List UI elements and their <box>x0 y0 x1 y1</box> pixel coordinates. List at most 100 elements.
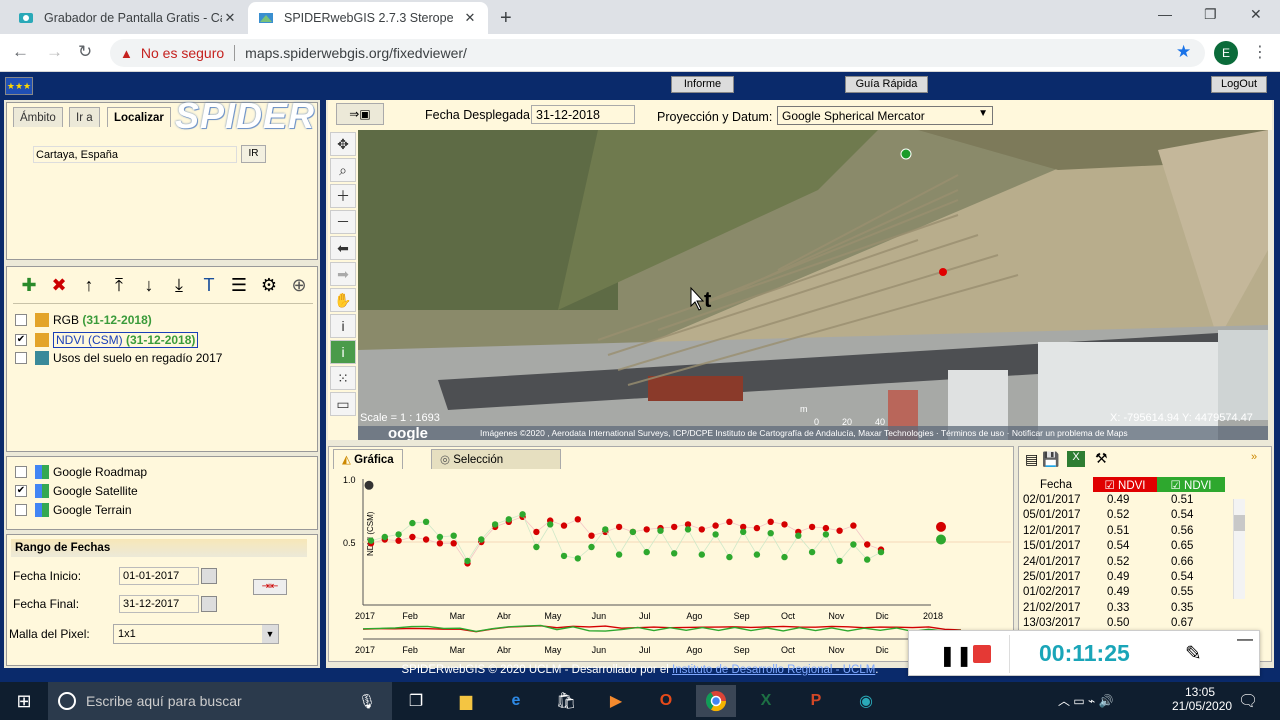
calendar-icon[interactable] <box>201 596 217 612</box>
apply-range-icon[interactable]: ⇥⇤ <box>253 579 287 595</box>
measure-icon[interactable]: ▭ <box>330 392 356 416</box>
pixel-select-icon[interactable]: ⁙ <box>330 366 356 390</box>
layer-checkbox[interactable]: ✔ <box>15 334 27 346</box>
edge-icon[interactable]: e <box>496 685 536 717</box>
tray-icons[interactable]: ︿ ▭ ⌁ 🔊 <box>1058 692 1114 709</box>
tab-grafica[interactable]: ◭ Gráfica <box>333 449 403 469</box>
tab-ir-a[interactable]: Ir a <box>69 107 100 127</box>
layer-rgb[interactable]: RGB (31-12-2018) <box>15 313 152 327</box>
start-date-field[interactable]: 01-01-2017 <box>119 567 199 585</box>
guia-rapida-button[interactable]: Guía Rápida <box>845 76 928 93</box>
windows-start-icon[interactable]: ⊞ <box>4 685 44 717</box>
forward-icon[interactable]: → <box>46 42 63 62</box>
base-layer-terrain[interactable]: Google Terrain <box>15 503 132 517</box>
layer-checkbox[interactable] <box>15 314 27 326</box>
projection-select[interactable]: Google Spherical Mercator ▼ <box>777 106 993 125</box>
layer-tools-icon[interactable]: ⚙ <box>257 273 281 297</box>
table-row[interactable]: 13/03/2017 0.50 0.67 <box>1019 616 1225 631</box>
base-layer-roadmap[interactable]: Google Roadmap <box>15 465 147 479</box>
table-row[interactable]: 12/01/2017 0.51 0.56 <box>1019 523 1225 538</box>
pen-icon[interactable]: ✎ <box>1185 641 1202 666</box>
browser-tab-spider[interactable]: SPIDERwebGIS 2.7.3 Sterope ✕ <box>248 2 488 34</box>
table-row[interactable]: 21/02/2017 0.33 0.35 <box>1019 600 1225 615</box>
date-displayed-field[interactable]: 31-12-2018 <box>531 105 635 124</box>
powerpoint-icon[interactable]: P <box>796 685 836 717</box>
excel-icon[interactable]: X <box>746 685 786 717</box>
table-row[interactable]: 25/01/2017 0.49 0.54 <box>1019 569 1225 584</box>
url-field[interactable]: ▲ No es seguro maps.spiderwebgis.org/fix… <box>110 39 1205 67</box>
remove-layer-icon[interactable]: ✖ <box>47 273 71 297</box>
zoom-in-icon[interactable]: ＋ <box>330 184 356 208</box>
header-ndvi-red[interactable]: ☑ NDVI <box>1093 477 1157 493</box>
media-player-icon[interactable]: ▶ <box>596 685 636 717</box>
previous-view-icon[interactable]: ⬅ <box>330 236 356 260</box>
calendar-icon[interactable] <box>201 568 217 584</box>
base-layer-checkbox[interactable] <box>15 466 27 478</box>
file-explorer-icon[interactable]: ▆ <box>446 685 486 717</box>
pixel-mesh-select[interactable]: 1x1 ▼ <box>113 624 279 644</box>
tab-seleccion[interactable]: ◎ Selección <box>431 449 561 469</box>
end-date-field[interactable]: 31-12-2017 <box>119 595 199 613</box>
layer-usos-suelo[interactable]: Usos del suelo en regadío 2017 <box>15 351 222 365</box>
legend-icon[interactable]: ☰ <box>227 273 251 297</box>
reload-icon[interactable]: ↻ <box>78 42 92 62</box>
transparency-icon[interactable]: T <box>197 273 221 297</box>
close-window-icon[interactable]: ✕ <box>1250 6 1262 23</box>
tab-ambito[interactable]: Ámbito <box>13 107 63 127</box>
settings-icon[interactable]: ⚒ <box>1095 450 1108 467</box>
move-top-icon[interactable]: ⤒ <box>107 273 131 297</box>
hand-icon[interactable]: ✋ <box>330 288 356 312</box>
table-row[interactable]: 24/01/2017 0.52 0.66 <box>1019 554 1225 569</box>
tab-localizar[interactable]: Localizar <box>107 107 171 127</box>
table-row[interactable]: 01/02/2017 0.49 0.55 <box>1019 585 1225 600</box>
move-up-icon[interactable]: ↑ <box>77 273 101 297</box>
browser-tab-recorder[interactable]: Grabador de Pantalla Gratis - Cap ✕ <box>8 2 248 34</box>
layer-checkbox[interactable] <box>15 352 27 364</box>
base-layer-checkbox[interactable] <box>15 504 27 516</box>
table-row[interactable]: 02/01/2017 0.49 0.51 <box>1019 492 1225 507</box>
notifications-icon[interactable]: 🗨 <box>1238 691 1258 711</box>
restore-icon[interactable]: ❐ <box>1204 6 1217 23</box>
chevron-down-icon[interactable]: ▼ <box>262 625 278 643</box>
header-ndvi-green[interactable]: ☑ NDVI <box>1157 477 1225 493</box>
back-icon[interactable]: ← <box>12 42 29 62</box>
location-input[interactable]: Cartaya, España <box>33 146 237 163</box>
export-map-icon[interactable]: ⇒▣ <box>336 103 384 125</box>
info-active-icon[interactable]: i <box>330 340 356 364</box>
informe-button[interactable]: Informe <box>671 76 734 93</box>
browser-menu-icon[interactable]: ⋮ <box>1252 42 1268 62</box>
taskbar-clock[interactable]: 13:05 21/05/2020 <box>1172 685 1232 713</box>
info-icon[interactable]: i <box>330 314 356 338</box>
chrome-icon[interactable] <box>696 685 736 717</box>
base-layer-satellite[interactable]: ✔ Google Satellite <box>15 484 138 498</box>
table-tools-icon[interactable]: ▤ 💾 <box>1025 451 1060 468</box>
minimize-recorder-icon[interactable]: — <box>1237 631 1253 649</box>
zoom-out-icon[interactable]: － <box>330 210 356 234</box>
google-earth-icon[interactable]: ⊕ <box>287 273 311 297</box>
base-layer-checkbox[interactable]: ✔ <box>15 485 27 497</box>
zoom-box-icon[interactable]: ⌕ <box>330 158 356 182</box>
map-view[interactable]: t Scale = 1 : 1693 X: -795614.94 Y: 4479… <box>358 130 1268 440</box>
table-row[interactable]: 15/01/2017 0.54 0.65 <box>1019 539 1225 554</box>
stop-icon[interactable] <box>973 645 991 663</box>
store-icon[interactable]: 🛍 <box>546 685 586 717</box>
taskbar-search[interactable]: Escribe aquí para buscar 🎙 <box>48 682 392 720</box>
bookmark-star-icon[interactable]: ★ <box>1176 42 1191 62</box>
table-row[interactable]: 05/01/2017 0.52 0.54 <box>1019 508 1225 523</box>
next-view-icon[interactable]: ➡ <box>330 262 356 286</box>
move-bottom-icon[interactable]: ⤓ <box>167 273 191 297</box>
close-tab-icon[interactable]: ✕ <box>462 10 478 26</box>
layer-ndvi[interactable]: ✔ NDVI (CSM) (31-12-2018) <box>15 332 199 348</box>
new-tab-button[interactable]: + <box>500 7 512 30</box>
office-icon[interactable]: O <box>646 685 686 717</box>
microphone-icon[interactable]: 🎙 <box>358 693 376 710</box>
pause-icon[interactable]: ❚❚ <box>939 643 973 668</box>
idr-link[interactable]: Instituto de Desarrollo Regional - UCLM <box>672 664 875 676</box>
move-down-icon[interactable]: ↓ <box>137 273 161 297</box>
collapse-icon[interactable]: » <box>1251 451 1257 463</box>
task-view-icon[interactable]: ❐ <box>396 685 436 717</box>
table-scrollbar[interactable] <box>1233 499 1245 599</box>
add-layer-icon[interactable]: ✚ <box>17 273 41 297</box>
minimize-icon[interactable]: — <box>1158 6 1172 22</box>
map-attribution[interactable]: Imágenes ©2020 , Aerodata International … <box>480 428 1128 438</box>
